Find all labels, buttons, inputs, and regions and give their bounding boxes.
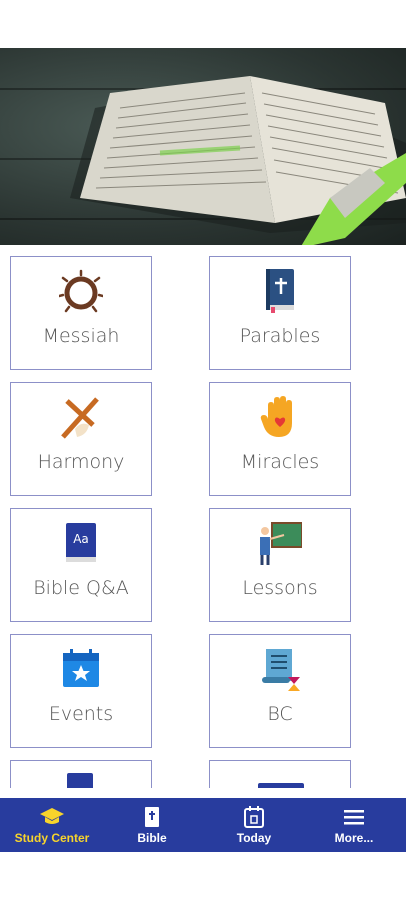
- tile-bc[interactable]: BC: [209, 634, 351, 748]
- crown-of-thorns-icon: [59, 269, 103, 313]
- tile-lessons[interactable]: Lessons: [209, 508, 351, 622]
- svg-text:Aa: Aa: [73, 532, 89, 546]
- nav-today[interactable]: Today: [204, 798, 304, 852]
- tile-label: Bible Q&A: [33, 577, 129, 599]
- nav-label: More...: [334, 831, 374, 845]
- tile-label: Parables: [239, 325, 321, 347]
- tile-partial-left[interactable]: [10, 760, 152, 788]
- bottom-navigation: Study Center Bible Today More...: [0, 798, 406, 852]
- calendar-icon: [244, 806, 264, 828]
- dictionary-book-icon: Aa: [66, 523, 96, 562]
- menu-icon: [344, 810, 364, 825]
- nav-label: Bible: [137, 831, 167, 845]
- nav-label: Study Center: [14, 831, 90, 845]
- tile-label: BC: [267, 703, 293, 725]
- study-tiles-grid: Messiah Parables Harmony Miracles Aa Bib…: [0, 245, 406, 788]
- tile-label: Messiah: [42, 325, 120, 347]
- tile-label: Harmony: [37, 451, 125, 473]
- calendar-star-icon: [63, 649, 99, 687]
- tile-partial-right[interactable]: [209, 760, 351, 788]
- nav-label: Today: [236, 831, 272, 845]
- tile-bible-qa[interactable]: Aa Bible Q&A: [10, 508, 152, 622]
- tile-label: Lessons: [242, 577, 318, 599]
- book-icon: [67, 773, 93, 788]
- book-icon: [258, 783, 304, 788]
- tile-label: Events: [48, 703, 114, 725]
- nav-bible[interactable]: Bible: [102, 798, 202, 852]
- hand-heart-icon: [260, 396, 292, 437]
- bible-icon: [145, 807, 159, 827]
- graduation-cap-icon: [40, 808, 64, 824]
- tile-events[interactable]: Events: [10, 634, 152, 748]
- tile-label: Miracles: [240, 451, 320, 473]
- tile-messiah[interactable]: Messiah: [10, 256, 152, 370]
- nav-study-center[interactable]: Study Center: [2, 798, 102, 852]
- tile-parables[interactable]: Parables: [209, 256, 351, 370]
- tile-miracles[interactable]: Miracles: [209, 382, 351, 496]
- nav-more[interactable]: More...: [304, 798, 404, 852]
- hero-image: [0, 48, 406, 245]
- tile-harmony[interactable]: Harmony: [10, 382, 152, 496]
- teacher-board-icon: [260, 522, 302, 565]
- scroll-hourglass-icon: [262, 649, 300, 691]
- cross-icon: [61, 397, 99, 439]
- bible-book-icon: [266, 269, 294, 313]
